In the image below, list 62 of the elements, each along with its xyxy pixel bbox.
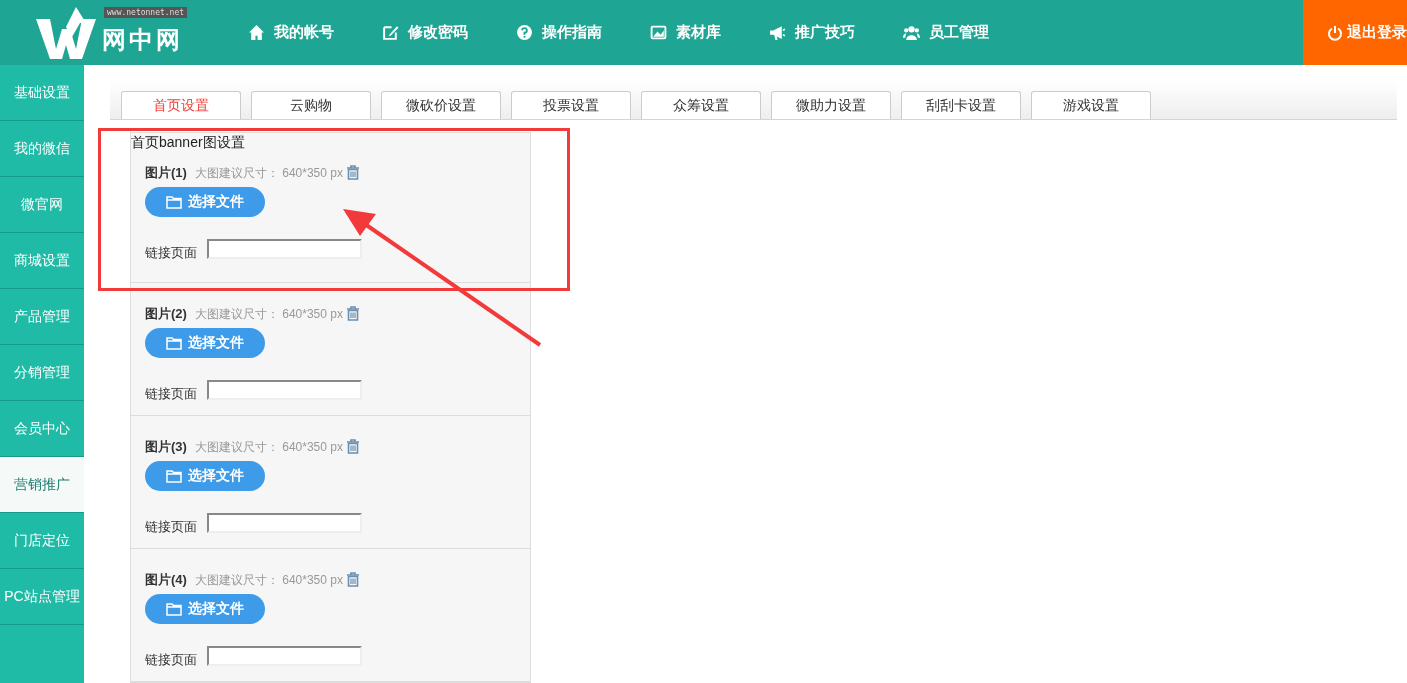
sidebar-item[interactable]: 产品管理 xyxy=(0,289,84,345)
nav-link[interactable]: 推广技巧 xyxy=(769,21,855,44)
tab[interactable]: 刮刮卡设置 xyxy=(901,91,1021,119)
logout-button[interactable]: 退出登录 xyxy=(1303,0,1407,65)
trash-icon[interactable] xyxy=(345,439,360,455)
sidebar-item[interactable]: 商城设置 xyxy=(0,233,84,289)
megaphone-icon xyxy=(769,24,786,41)
link-page-label: 链接页面 xyxy=(145,385,197,402)
sidebar-item[interactable]: 我的微信 xyxy=(0,121,84,177)
tab[interactable]: 云购物 xyxy=(251,91,371,119)
size-hint: 大图建议尺寸： 640*350 px xyxy=(194,305,343,323)
tab[interactable]: 众筹设置 xyxy=(641,91,761,119)
home-icon xyxy=(248,24,265,41)
sidebar-item[interactable]: 门店定位 xyxy=(0,513,84,569)
link-page-field[interactable] xyxy=(207,379,362,400)
help-icon xyxy=(516,24,533,41)
sidebar-item[interactable]: PC站点管理 xyxy=(0,569,84,625)
tab[interactable]: 首页设置 xyxy=(121,91,241,119)
logo-text: 网中网 xyxy=(102,24,183,55)
nav-link[interactable]: 修改密码 xyxy=(382,21,468,44)
trash-icon[interactable] xyxy=(345,306,360,322)
size-hint: 大图建议尺寸： 640*350 px xyxy=(194,164,343,182)
trash-icon[interactable] xyxy=(345,165,360,181)
edit-icon xyxy=(382,24,399,41)
nav-link[interactable]: 素材库 xyxy=(650,21,721,44)
tab[interactable]: 投票设置 xyxy=(511,91,631,119)
image-label: 图片(1) xyxy=(145,164,187,182)
size-hint: 大图建议尺寸： 640*350 px xyxy=(194,438,343,456)
nav-link[interactable]: 操作指南 xyxy=(516,21,602,44)
link-page-label: 链接页面 xyxy=(145,651,197,668)
sidebar-item[interactable]: 分销管理 xyxy=(0,345,84,401)
tab[interactable]: 微助力设置 xyxy=(771,91,891,119)
nav-link[interactable]: 员工管理 xyxy=(903,21,989,44)
tab[interactable]: 微砍价设置 xyxy=(381,91,501,119)
users-icon xyxy=(903,24,920,41)
sidebar-item[interactable]: 微官网 xyxy=(0,177,84,233)
section-title: 首页banner图设置 xyxy=(131,133,246,151)
link-page-label: 链接页面 xyxy=(145,518,197,535)
folder-icon xyxy=(166,601,182,616)
sidebar-item[interactable]: 基础设置 xyxy=(0,65,84,121)
picture-icon xyxy=(650,24,667,41)
nav-link[interactable]: 我的帐号 xyxy=(248,21,334,44)
folder-icon xyxy=(166,194,182,209)
size-hint: 大图建议尺寸： 640*350 px xyxy=(194,571,343,589)
image-label: 图片(3) xyxy=(145,438,187,456)
tab[interactable]: 游戏设置 xyxy=(1031,91,1151,119)
link-page-field[interactable] xyxy=(207,645,362,666)
choose-file-button[interactable]: 选择文件 xyxy=(145,186,265,217)
trash-icon[interactable] xyxy=(345,572,360,588)
image-label: 图片(2) xyxy=(145,305,187,323)
choose-file-button[interactable]: 选择文件 xyxy=(145,460,265,491)
folder-icon xyxy=(166,468,182,483)
logo-url: www.netonnet.net xyxy=(104,7,188,18)
link-page-label: 链接页面 xyxy=(145,244,197,261)
folder-icon xyxy=(166,335,182,350)
link-page-field[interactable] xyxy=(207,512,362,533)
choose-file-button[interactable]: 选择文件 xyxy=(145,327,265,358)
power-icon xyxy=(1327,24,1343,41)
choose-file-button[interactable]: 选择文件 xyxy=(145,593,265,624)
sidebar-item[interactable]: 营销推广 xyxy=(0,457,84,513)
link-page-field[interactable] xyxy=(207,238,362,259)
image-label: 图片(4) xyxy=(145,571,187,589)
